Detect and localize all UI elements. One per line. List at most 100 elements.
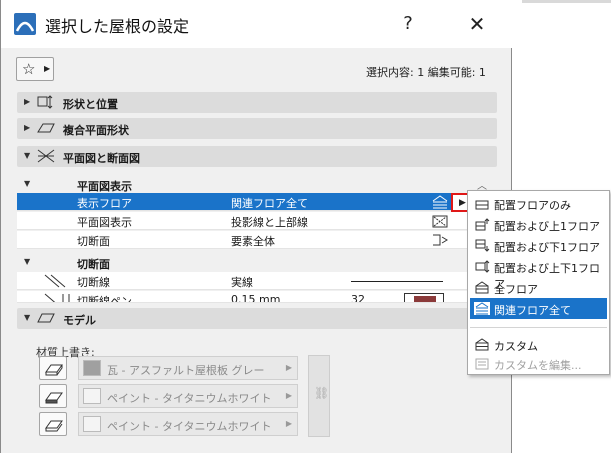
row-value: 関連フロア全て [231,197,308,210]
star-icon: ☆ [22,60,36,78]
collapse-triangle-icon: ▼ [24,257,31,266]
menu-item-home-and-one-down[interactable]: 配置および下1フロア [470,235,607,256]
row-value: 投影線と上部線 [231,216,308,229]
material-row-bottom: ペイント - タイタニウムホワイト ▶ [39,412,299,436]
menu-item-label: 配置および下1フロア [494,241,600,254]
row-name: 切断線ペン [77,295,132,303]
row-show-projection[interactable]: 切断面 要素全体 [17,231,469,249]
section-label: 複合平面形状 [63,124,129,137]
expand-triangle-icon: ▶ [24,97,31,106]
title-bar: 選択した屋根の設定 ? ✕ [1,0,512,48]
section-model[interactable]: ▼ モデル [17,308,497,329]
menu-item-label: カスタムを編集... [494,359,582,372]
relevant-floors-icon [474,302,490,315]
all-floors-icon [474,281,490,294]
menu-item-label: カスタム [494,340,538,353]
section-multi-plane[interactable]: ▶ 複合平面形状 [17,118,497,139]
multi-plane-roof-icon [37,121,55,135]
scroll-up-icon[interactable]: ︿ [475,177,489,192]
archicad-app-icon [14,13,36,35]
dialog-title: 選択した屋根の設定 [45,17,190,36]
entire-element-icon [431,233,449,247]
floor-plan-section-icon [37,149,55,163]
menu-item-home-and-one-up[interactable]: 配置および上1フロア [470,214,607,235]
section-floor-plan[interactable]: ▼ 平面図と断面図 [17,146,497,167]
section-label: モデル [63,314,96,327]
model-icon [37,311,55,325]
edit-custom-icon [474,357,490,370]
menu-separator [470,327,607,328]
material-row-top: 瓦 - アスファルト屋根板 グレー ▶ [39,356,299,380]
floor-only-icon [474,197,490,210]
row-name: 切断線 [77,276,110,289]
menu-item-label: 関連フロア全て [494,304,571,317]
subgroup-floor-plan-display[interactable]: ▼ 平面図表示 [17,175,497,193]
menu-item-home-and-one-updown[interactable]: 配置および上下1フロア [470,256,607,291]
chevron-right-icon: ▶ [459,198,466,208]
material-swatch [83,388,101,404]
material-name: ペイント - タイタニウムホワイト [107,420,272,433]
menu-item-all-relevant-stories[interactable]: 関連フロア全て [470,298,607,319]
collapse-triangle-icon: ▼ [24,179,31,188]
help-button[interactable]: ? [396,11,420,37]
row-cut-line-pen[interactable]: 切断線ペン 0.15 mm 32 [17,291,469,303]
material-name: ペイント - タイタニウムホワイト [107,392,272,405]
selection-info: 選択内容: 1 編集可能: 1 [366,66,486,79]
link-materials-button[interactable]: ⛓ [308,355,330,437]
row-value: 実線 [231,276,253,289]
projection-overhead-icon [431,214,449,228]
top-surface-override-button[interactable] [39,356,67,380]
floor-down-icon [474,239,490,252]
floor-updown-icon [474,260,490,273]
chevron-right-icon: ▶ [44,64,51,73]
collapse-triangle-icon: ▼ [24,313,31,322]
favorites-button[interactable]: ☆ ▶ [16,57,54,81]
background-edge [522,0,611,3]
material-row-side: ペイント - タイタニウムホワイト ▶ [39,384,299,408]
cut-line-pen-icon [37,292,77,302]
subgroup-label: 平面図表示 [77,180,132,193]
section-label: 平面図と断面図 [63,152,140,165]
row-name: 平面図表示 [77,216,132,229]
cut-line-icon [37,273,77,289]
pen-color-swatch [414,296,436,302]
pen-number: 32 [351,293,365,303]
top-surface-material: 瓦 - アスファルト屋根板 グレー ▶ [78,356,298,380]
subgroup-label: 切断面 [77,258,110,271]
relevant-floors-icon [431,195,449,209]
row-value: 0.15 mm [231,293,281,303]
story-options-menu: 配置フロアのみ 配置および上1フロア 配置および下1フロア 配置および上下1フロ… [467,190,610,375]
menu-item-edit-custom: カスタムを編集... [470,353,607,374]
row-cut-line[interactable]: 切断線 実線 [17,272,469,290]
side-surface-override-button[interactable] [39,384,67,408]
menu-item-home-story-only[interactable]: 配置フロアのみ [470,193,607,214]
expand-triangle-icon: ▶ [24,123,31,132]
row-value: 要素全体 [231,235,275,248]
row-name: 切断面 [77,235,110,248]
bottom-surface-material: ペイント - タイタニウムホワイト ▶ [78,412,298,436]
chevron-right-icon: ▶ [285,363,292,372]
section-label: 形状と位置 [63,98,118,111]
menu-item-label: 配置フロアのみ [494,199,571,212]
floor-up-icon [474,218,490,231]
chevron-right-icon: ▶ [285,391,292,400]
row-show-on-stories[interactable]: 表示フロア 関連フロア全て [17,193,469,211]
custom-icon [474,338,490,351]
roof-settings-dialog: 選択した屋根の設定 ? ✕ ☆ ▶ 選択内容: 1 編集可能: 1 ▶ 形状と位… [0,0,512,453]
bottom-surface-override-button[interactable] [39,412,67,436]
close-button[interactable]: ✕ [463,11,491,37]
row-floor-plan-display[interactable]: 平面図表示 投影線と上部線 [17,212,469,230]
chain-link-icon: ⛓ [314,386,330,400]
menu-item-custom[interactable]: カスタム [470,334,607,355]
material-name: 瓦 - アスファルト屋根板 グレー [107,364,265,377]
row-name: 表示フロア [77,197,132,210]
material-swatch [83,416,101,432]
collapse-triangle-icon: ▼ [24,151,31,160]
section-shape-position[interactable]: ▶ 形状と位置 [17,92,497,113]
pen-color-box[interactable] [404,293,444,302]
side-surface-material: ペイント - タイタニウムホワイト ▶ [78,384,298,408]
shape-position-icon [37,95,55,109]
subgroup-cut-surface[interactable]: ▼ 切断面 [17,253,497,271]
menu-item-label: 配置および上1フロア [494,220,600,233]
menu-item-all-stories[interactable]: 全フロア [470,277,607,298]
